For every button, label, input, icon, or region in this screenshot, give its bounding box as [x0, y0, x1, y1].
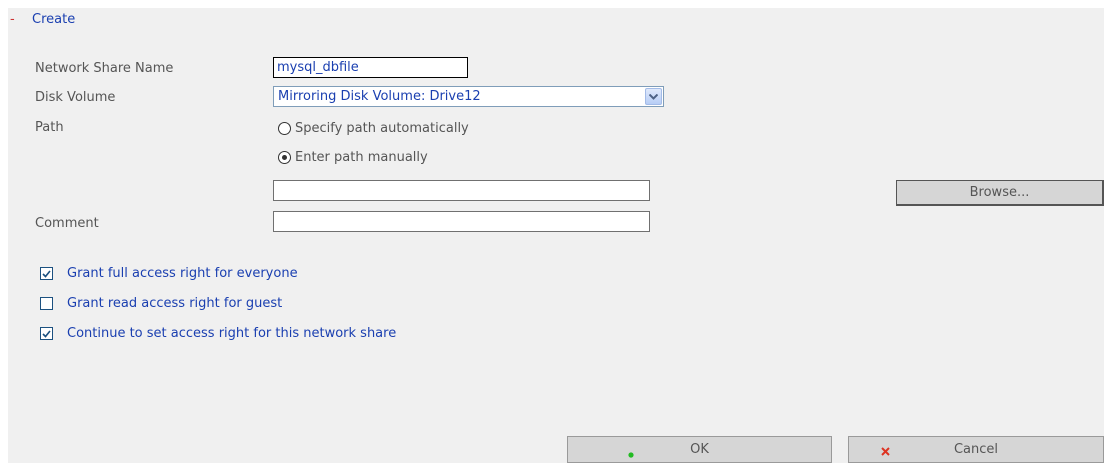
path-input[interactable]: [273, 180, 650, 201]
chevron-down-icon[interactable]: [645, 88, 662, 105]
section-title[interactable]: Create: [32, 12, 75, 27]
comment-input[interactable]: [273, 211, 650, 232]
path-auto-label: Specify path automatically: [295, 121, 469, 136]
cancel-label: Cancel: [953, 442, 999, 457]
disk-volume-value: Mirroring Disk Volume: Drive12: [278, 89, 481, 104]
grant-read-access-label: Grant read access right for guest: [67, 296, 283, 311]
share-name-label: Network Share Name: [35, 61, 174, 76]
radio-button-icon[interactable]: [278, 122, 291, 135]
grant-read-access-option[interactable]: Grant read access right for guest: [40, 296, 282, 311]
disk-volume-label: Disk Volume: [35, 90, 116, 105]
path-auto-option[interactable]: Specify path automatically: [278, 121, 469, 136]
path-manual-option[interactable]: Enter path manually: [278, 150, 428, 165]
grant-full-access-label: Grant full access right for everyone: [67, 266, 298, 281]
continue-access-label: Continue to set access right for this ne…: [67, 326, 397, 341]
ok-label: OK: [690, 442, 709, 457]
share-name-input[interactable]: [273, 57, 468, 78]
checkbox-checked-icon[interactable]: [40, 267, 53, 280]
close-icon: [881, 445, 890, 460]
radio-selected-icon[interactable]: [278, 151, 291, 164]
create-section-header[interactable]: - Create: [8, 8, 208, 30]
browse-button[interactable]: Browse...: [896, 180, 1104, 206]
cancel-button[interactable]: Cancel: [848, 436, 1104, 463]
create-panel: [8, 8, 1104, 463]
checkbox-checked-icon[interactable]: [40, 327, 53, 340]
path-manual-label: Enter path manually: [295, 150, 428, 165]
ok-button[interactable]: OK: [567, 436, 832, 463]
ok-dot-icon: [628, 447, 634, 462]
grant-full-access-option[interactable]: Grant full access right for everyone: [40, 266, 298, 281]
continue-access-option[interactable]: Continue to set access right for this ne…: [40, 326, 396, 341]
disk-volume-select[interactable]: Mirroring Disk Volume: Drive12: [273, 86, 664, 107]
checkbox-unchecked-icon[interactable]: [40, 297, 53, 310]
comment-label: Comment: [35, 216, 99, 231]
path-label: Path: [35, 120, 64, 135]
collapse-icon[interactable]: -: [8, 12, 32, 27]
